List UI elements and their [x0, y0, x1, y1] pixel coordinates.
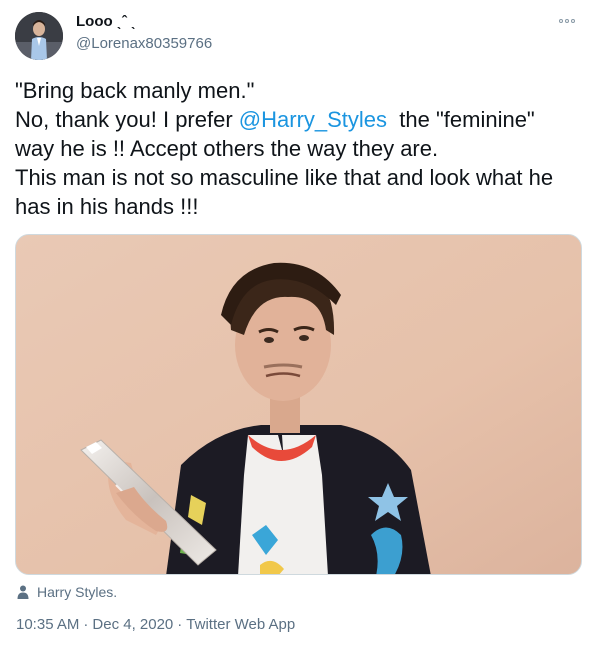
- tweet-text: "Bring back manly men." No, thank you! I…: [15, 76, 580, 221]
- tweet-photo[interactable]: [15, 234, 582, 575]
- mention-link[interactable]: @Harry_Styles: [239, 107, 387, 132]
- tweet-line-2-end: the "feminine": [387, 107, 535, 132]
- tweet: Looo ˎˆ ˎ @Lorenax80359766 "Bring back m…: [0, 0, 592, 647]
- author-handle[interactable]: @Lorenax80359766: [76, 35, 212, 52]
- tweet-line-1: "Bring back manly men.": [15, 78, 255, 103]
- tweet-timestamp-time[interactable]: 10:35 AM: [16, 616, 79, 633]
- dot: [565, 19, 569, 23]
- separator: ·: [83, 616, 89, 633]
- avatar-photo: [15, 12, 63, 60]
- tweet-source[interactable]: Twitter Web App: [186, 616, 295, 633]
- separator: ·: [177, 616, 183, 633]
- dot: [571, 19, 575, 23]
- tweet-timestamp-date[interactable]: Dec 4, 2020: [92, 616, 173, 633]
- tweet-line-2: No, thank you! I prefer @Harry_Styles th…: [15, 105, 580, 134]
- tweet-line-4: This man is not so masculine like that a…: [15, 165, 554, 190]
- photo-image: [16, 235, 581, 574]
- tagged-people[interactable]: Harry Styles.: [17, 582, 117, 602]
- tweet-line-2-start: No, thank you! I prefer: [15, 107, 239, 132]
- tagged-person-name: Harry Styles.: [37, 584, 118, 600]
- tweet-line-5: has in his hands !!!: [15, 194, 199, 219]
- tweet-line-3: way he is !! Accept others the way they …: [15, 136, 439, 161]
- person-icon: [17, 585, 29, 599]
- author-avatar[interactable]: [15, 12, 63, 60]
- dot: [559, 19, 563, 23]
- tweet-metadata: 10:35 AM · Dec 4, 2020 · Twitter Web App: [16, 616, 295, 633]
- more-options-icon[interactable]: [554, 14, 580, 28]
- author-display-name[interactable]: Looo ˎˆ ˎ: [76, 13, 136, 30]
